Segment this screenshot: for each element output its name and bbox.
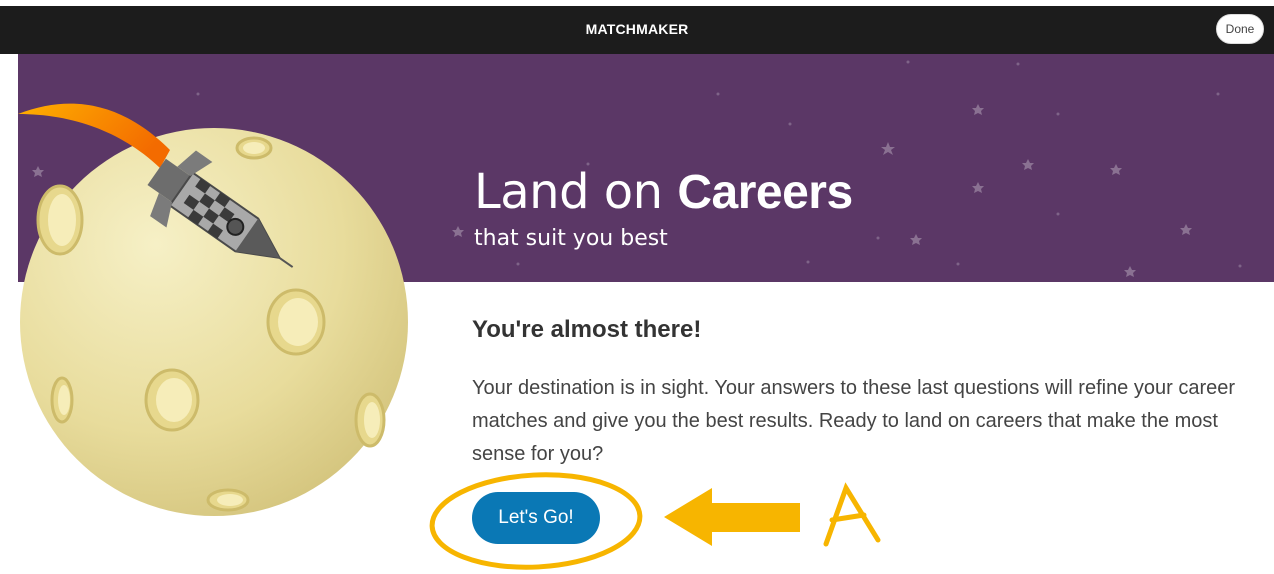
lets-go-button[interactable]: Let's Go!	[472, 492, 600, 544]
star-icon	[1022, 159, 1034, 170]
description-text: Your destination is in sight. Your answe…	[472, 377, 1236, 465]
moon-illustration	[18, 103, 408, 516]
headline-light: Land on	[474, 164, 678, 220]
banner-subhead: that suit you best	[474, 226, 668, 251]
headline-bold: Careers	[677, 166, 853, 219]
star-icon	[1124, 266, 1136, 277]
annotation-letter-a	[823, 482, 881, 547]
app-title: MATCHMAKER	[585, 21, 689, 37]
star-icon	[1180, 224, 1192, 235]
star-icon	[910, 234, 922, 245]
arrow-annotation	[664, 488, 800, 546]
star-icon	[452, 226, 464, 237]
done-button[interactable]: Done	[1216, 14, 1264, 44]
star-icon	[1110, 164, 1122, 175]
star-icon	[972, 182, 984, 193]
matchmaker-page: MATCHMAKER Done Land on Careers that sui…	[0, 0, 1274, 574]
star-icon	[881, 142, 895, 155]
banner-headline: Land on Careers	[474, 164, 853, 220]
top-bar: MATCHMAKER Done	[0, 6, 1274, 54]
star-icon	[972, 104, 984, 115]
section-heading: You're almost there!	[472, 316, 702, 343]
